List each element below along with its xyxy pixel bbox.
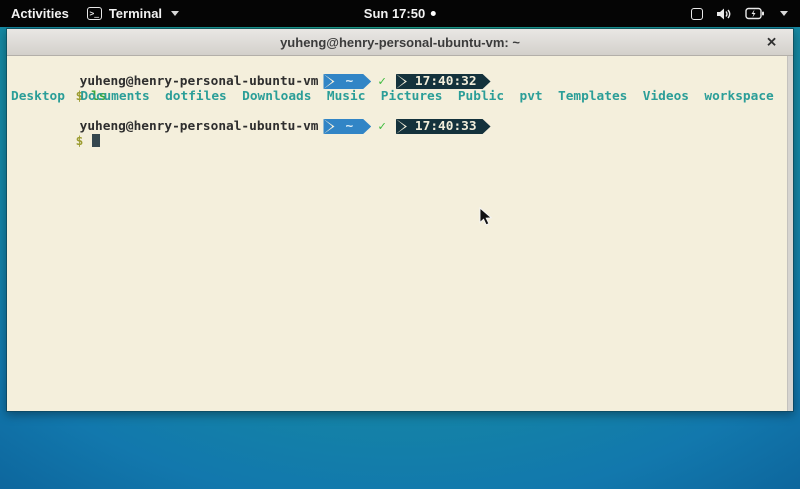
activities-button[interactable]: Activities bbox=[11, 6, 69, 21]
app-menu-terminal[interactable]: >_ Terminal bbox=[87, 6, 179, 21]
window-titlebar[interactable]: yuheng@henry-personal-ubuntu-vm: ~ ✕ bbox=[7, 29, 793, 56]
prompt-dollar: $ bbox=[72, 134, 84, 149]
chevron-down-icon bbox=[780, 11, 788, 16]
chevron-down-icon bbox=[171, 11, 179, 16]
text-cursor bbox=[92, 134, 100, 147]
desktop: Activities >_ Terminal Sun 17:50 bbox=[0, 0, 800, 489]
gnome-top-bar: Activities >_ Terminal Sun 17:50 bbox=[0, 0, 800, 27]
clock-label: Sun 17:50 bbox=[364, 6, 425, 21]
volume-icon bbox=[716, 7, 732, 21]
app-menu-label: Terminal bbox=[109, 6, 162, 21]
system-status-area[interactable] bbox=[691, 7, 788, 21]
clock-button[interactable]: Sun 17:50 bbox=[364, 6, 436, 21]
prompt-time-segment: 17:40:33 bbox=[396, 119, 491, 134]
screen-icon bbox=[691, 8, 703, 20]
close-button[interactable]: ✕ bbox=[766, 36, 777, 49]
window-title: yuheng@henry-personal-ubuntu-vm: ~ bbox=[280, 35, 520, 50]
notification-dot-icon bbox=[431, 11, 436, 16]
prompt-time-segment: 17:40:32 bbox=[396, 74, 491, 89]
status-check-icon: ✓ bbox=[378, 119, 386, 134]
battery-charging-icon bbox=[745, 7, 765, 20]
terminal-content[interactable]: yuheng@henry-personal-ubuntu-vm~✓17:40:3… bbox=[7, 56, 793, 411]
prompt-line: yuheng@henry-personal-ubuntu-vm~✓17:40:3… bbox=[10, 59, 783, 74]
prompt-user-host: yuheng@henry-personal-ubuntu-vm bbox=[72, 74, 319, 89]
terminal-icon: >_ bbox=[87, 7, 102, 20]
mouse-pointer-icon bbox=[479, 207, 493, 226]
terminal-scrollbar[interactable] bbox=[787, 56, 793, 411]
terminal-window: yuheng@henry-personal-ubuntu-vm: ~ ✕ yuh… bbox=[6, 28, 794, 412]
status-check-icon: ✓ bbox=[378, 74, 386, 89]
prompt-line: yuheng@henry-personal-ubuntu-vm~✓17:40:3… bbox=[10, 104, 783, 119]
ls-output: Desktop Documents dotfiles Downloads Mus… bbox=[10, 89, 783, 104]
prompt-user-host: yuheng@henry-personal-ubuntu-vm bbox=[72, 119, 319, 134]
